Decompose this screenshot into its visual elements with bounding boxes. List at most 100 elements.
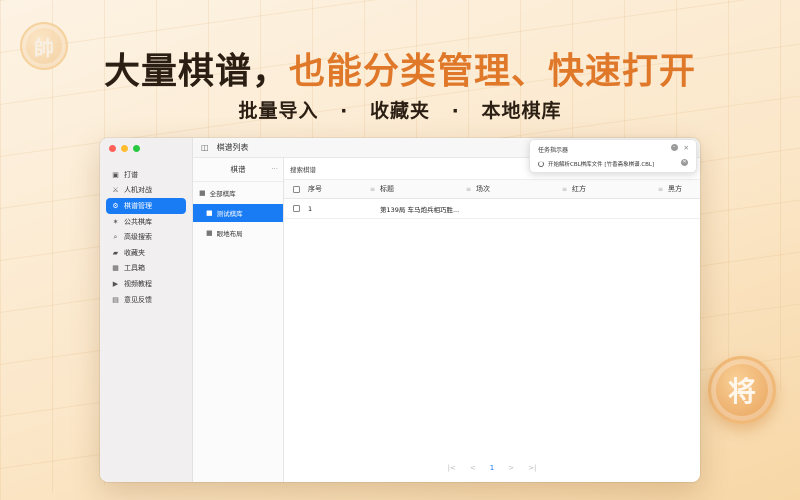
column-header-label: 红方 — [572, 185, 586, 193]
library-item-all[interactable]: ■ 全部棋库 — [193, 184, 283, 202]
folder-icon: ■ — [206, 229, 213, 237]
sidebar-item-video[interactable]: ▶ 视频教程 — [106, 276, 186, 292]
sidebar-item-label: 意见反馈 — [124, 295, 152, 304]
sort-icon: ≡ — [465, 185, 471, 193]
library-header: 棋谱 ··· — [193, 158, 283, 182]
sort-icon: ≡ — [657, 185, 663, 193]
task-message: 开始解析CBL棋库文件 [竹香斋象棋谱.CBL] — [548, 162, 655, 168]
task-indicator-title: 任务指示器 — [538, 147, 569, 154]
minimize-window-button[interactable] — [121, 145, 128, 152]
window-controls — [109, 145, 140, 152]
column-header-label: 标题 — [380, 185, 394, 193]
sidebar-item-label: 打谱 — [124, 170, 138, 179]
game-list-panel: 搜索棋谱 序号 ≡ 标题 ≡ 场次 ≡ 红方 ≡ 黑方 1 第139局 车马炮兵… — [284, 158, 700, 482]
zoom-window-button[interactable] — [133, 145, 140, 152]
window-title: 棋谱列表 — [216, 143, 249, 152]
library-item-layout[interactable]: ■ 眼地布局 — [193, 224, 283, 242]
sidebar-item-label: 人机对战 — [124, 186, 152, 195]
search-icon: ⌕ — [113, 232, 118, 241]
toolbox-icon: ▦ — [112, 264, 119, 273]
headline-part1: 大量棋谱， — [103, 51, 289, 92]
subline-separator: · — [451, 100, 460, 122]
headline: 大量棋谱，也能分类管理、快速打开 — [0, 42, 800, 94]
sidebar-nav: ▣ 打谱 ⚔ 人机对战 ⚙ 棋谱管理 ✶ 公共棋库 ⌕ 高级搜索 ▰ 收藏夹 ▦… — [106, 167, 186, 307]
loading-spinner-icon — [538, 161, 544, 167]
sidebar-item-public-library[interactable]: ✶ 公共棋库 — [106, 214, 186, 230]
close-task-panel-icon[interactable]: ✕ — [684, 144, 689, 152]
library-item-test[interactable]: ■ 测试棋库 — [193, 204, 283, 222]
sidebar: ▣ 打谱 ⚔ 人机对战 ⚙ 棋谱管理 ✶ 公共棋库 ⌕ 高级搜索 ▰ 收藏夹 ▦… — [100, 138, 193, 482]
last-page-button[interactable]: >| — [528, 464, 536, 472]
table-header: 序号 ≡ 标题 ≡ 场次 ≡ 红方 ≡ 黑方 — [284, 180, 700, 199]
subline-item: 本地棋库 — [481, 100, 562, 122]
sidebar-toggle-icon[interactable]: ◫ — [201, 143, 209, 152]
column-header-index[interactable]: 序号 ≡ — [308, 180, 380, 198]
chess-piece-jiang: 将 — [708, 356, 776, 424]
search-label: 搜索棋谱 — [290, 165, 316, 174]
next-page-button[interactable]: > — [508, 464, 514, 472]
star-icon: ✶ — [112, 217, 119, 226]
cell-title: 第139局 车马炮兵相巧胜... — [380, 205, 460, 214]
sidebar-item-ai-battle[interactable]: ⚔ 人机对战 — [106, 183, 186, 199]
close-window-button[interactable] — [109, 145, 116, 152]
task-indicator-controls: – ✕ — [670, 144, 689, 152]
sidebar-item-label: 公共棋库 — [124, 217, 152, 226]
subline-item: 收藏夹 — [369, 100, 430, 122]
board-icon: ▣ — [112, 170, 119, 179]
folder-icon: ■ — [199, 189, 206, 197]
current-page[interactable]: 1 — [490, 464, 494, 472]
sidebar-item-label: 棋谱管理 — [124, 201, 152, 210]
first-page-button[interactable]: |< — [448, 464, 456, 472]
select-all-column — [284, 180, 308, 198]
sort-icon: ≡ — [561, 185, 567, 193]
library-header-label: 棋谱 — [230, 165, 246, 174]
sidebar-item-manage[interactable]: ⚙ 棋谱管理 — [106, 198, 186, 214]
column-header-title[interactable]: 标题 ≡ — [380, 180, 476, 198]
sidebar-item-feedback[interactable]: ▤ 意见反馈 — [106, 292, 186, 308]
sidebar-item-advanced-search[interactable]: ⌕ 高级搜索 — [106, 229, 186, 245]
sidebar-item-favorites[interactable]: ▰ 收藏夹 — [106, 245, 186, 261]
library-item-label: 全部棋库 — [209, 190, 236, 198]
select-all-checkbox[interactable] — [292, 185, 300, 193]
sort-icon: ≡ — [369, 185, 375, 193]
row-select-cell — [284, 199, 308, 218]
sidebar-item-label: 视频教程 — [124, 279, 152, 288]
sidebar-item-toolbox[interactable]: ▦ 工具箱 — [106, 261, 186, 277]
prev-page-button[interactable]: < — [470, 464, 476, 472]
minimize-task-icon[interactable]: – — [670, 144, 678, 151]
table-row[interactable]: 1 第139局 车马炮兵相巧胜... — [284, 199, 700, 219]
library-item-label: 测试棋库 — [216, 210, 243, 218]
library-item-label: 眼地布局 — [216, 230, 243, 238]
cell-black — [668, 199, 700, 218]
library-panel: 棋谱 ··· ■ 全部棋库 ■ 测试棋库 ■ 眼地布局 — [193, 158, 284, 482]
cancel-task-icon[interactable]: ✕ — [681, 159, 688, 166]
headline-part2: 也能分类管理、快速打开 — [289, 51, 697, 92]
column-header-label: 场次 — [476, 185, 490, 193]
column-header-label: 序号 — [308, 185, 322, 193]
sidebar-item-dapu[interactable]: ▣ 打谱 — [106, 167, 186, 183]
subline: 批量导入 · 收藏夹 · 本地棋库 — [0, 96, 800, 123]
sidebar-item-label: 高级搜索 — [124, 233, 152, 242]
gear-icon: ⚙ — [112, 201, 119, 210]
subline-separator: · — [340, 100, 349, 122]
column-header-round[interactable]: 场次 ≡ — [476, 180, 572, 198]
column-header-red[interactable]: 红方 ≡ — [572, 180, 668, 198]
pagination: |< < 1 > >| — [284, 464, 700, 472]
battle-icon: ⚔ — [112, 186, 119, 195]
column-header-label: 黑方 — [668, 185, 682, 193]
task-line: 开始解析CBL棋库文件 [竹香斋象棋谱.CBL] — [538, 160, 654, 168]
folder-icon: ▰ — [112, 248, 119, 257]
row-checkbox[interactable] — [292, 205, 300, 212]
sidebar-item-label: 工具箱 — [124, 264, 145, 273]
more-options-icon[interactable]: ··· — [271, 165, 278, 173]
folder-icon: ■ — [206, 209, 213, 217]
feedback-icon: ▤ — [112, 295, 119, 304]
subline-item: 批量导入 — [238, 100, 319, 122]
sidebar-item-label: 收藏夹 — [124, 248, 145, 257]
task-indicator: 任务指示器 – ✕ 开始解析CBL棋库文件 [竹香斋象棋谱.CBL] ✕ — [529, 139, 697, 173]
app-window: ▣ 打谱 ⚔ 人机对战 ⚙ 棋谱管理 ✶ 公共棋库 ⌕ 高级搜索 ▰ 收藏夹 ▦… — [100, 138, 700, 482]
cell-index: 1 — [308, 204, 313, 213]
column-header-black[interactable]: 黑方 — [668, 180, 700, 198]
play-icon: ▶ — [112, 279, 119, 288]
cell-red — [572, 199, 668, 218]
